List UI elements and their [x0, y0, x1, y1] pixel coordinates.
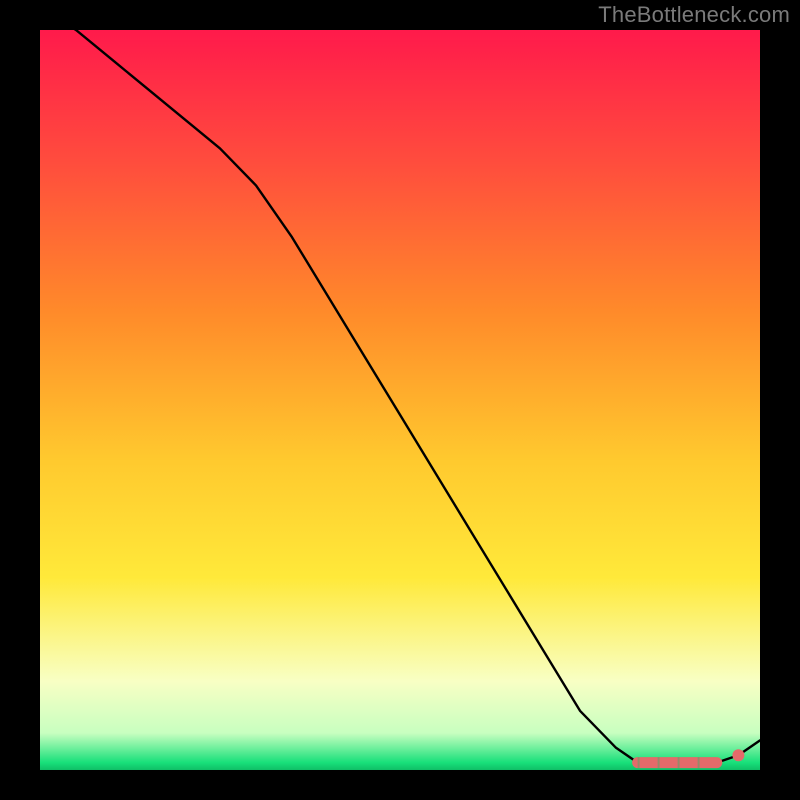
chart-frame: TheBottleneck.com [0, 0, 800, 800]
end-marker-dot [732, 749, 744, 761]
watermark-text: TheBottleneck.com [598, 2, 790, 28]
chart-svg [40, 30, 760, 770]
plot-area [40, 30, 760, 770]
gradient-background [40, 30, 760, 770]
